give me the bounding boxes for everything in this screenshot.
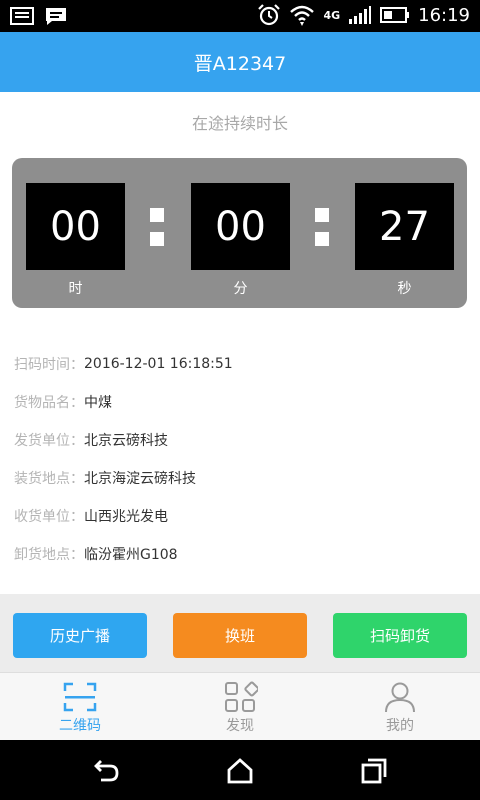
info-value: 北京海淀云磅科技 — [84, 471, 196, 487]
info-value: 中煤 — [84, 395, 112, 411]
discover-icon — [225, 681, 258, 712]
info-value: 临汾霍州G108 — [84, 547, 178, 563]
info-key: 收货单位： — [14, 509, 84, 525]
tab-profile[interactable]: 我的 — [340, 681, 460, 735]
duration-label: 在途持续时长 — [191, 114, 288, 133]
scan-unload-button[interactable]: 扫码卸货 — [333, 613, 467, 658]
hours-box: 00 — [26, 183, 125, 270]
timer-colon — [315, 208, 329, 256]
shift-change-button[interactable]: 换班 — [173, 613, 307, 658]
tab-qr-code[interactable]: 二维码 — [20, 681, 140, 735]
status-time: 16:19 — [418, 4, 470, 26]
tab-label: 发现 — [226, 718, 254, 734]
info-row-cargo: 货物品名： 中煤 — [14, 383, 233, 421]
signal-icon — [349, 6, 372, 24]
qr-scan-icon — [63, 682, 97, 712]
info-row-unloading-place: 卸货地点： 临汾霍州G108 — [14, 535, 233, 573]
info-row-loading-place: 装货地点： 北京海淀云磅科技 — [14, 459, 233, 497]
message-notification-icon — [46, 8, 66, 25]
info-value: 山西兆光发电 — [84, 509, 168, 525]
back-icon[interactable] — [92, 757, 120, 785]
alarm-icon — [258, 4, 281, 26]
info-value: 北京云磅科技 — [84, 433, 168, 449]
minutes-box: 00 — [191, 183, 290, 270]
shipment-info: 扫码时间： 2016-12-01 16:18:51 货物品名： 中煤 发货单位：… — [14, 345, 233, 573]
info-row-receiver: 收货单位： 山西兆光发电 — [14, 497, 233, 535]
seconds-label: 秒 — [397, 281, 412, 297]
tab-label: 我的 — [386, 718, 414, 734]
page-title: 晋A12347 — [193, 52, 287, 75]
image-notification-icon — [10, 7, 34, 25]
status-bar: 4G 16:19 — [0, 0, 480, 32]
history-broadcast-button[interactable]: 历史广播 — [13, 613, 147, 658]
hours-label: 时 — [68, 281, 83, 297]
title-bar: 晋A12347 — [0, 32, 480, 92]
bottom-tab-bar: 二维码 发现 我的 — [0, 672, 480, 740]
home-icon[interactable] — [226, 757, 254, 785]
wifi-icon — [290, 5, 315, 26]
info-row-scan-time: 扫码时间： 2016-12-01 16:18:51 — [14, 345, 233, 383]
info-key: 装货地点： — [14, 471, 84, 487]
recent-apps-icon[interactable] — [360, 757, 388, 785]
info-key: 扫码时间： — [14, 357, 84, 373]
info-row-sender: 发货单位： 北京云磅科技 — [14, 421, 233, 459]
minutes-label: 分 — [233, 281, 248, 297]
action-bar: 历史广播 换班 扫码卸货 — [0, 594, 480, 672]
tab-discover[interactable]: 发现 — [180, 681, 300, 735]
info-key: 货物品名： — [14, 395, 84, 411]
battery-icon — [380, 7, 410, 23]
info-value: 2016-12-01 16:18:51 — [84, 356, 233, 372]
info-key: 发货单位： — [14, 433, 84, 449]
network-type: 4G — [323, 8, 341, 22]
system-nav-bar — [0, 740, 480, 800]
duration-timer: 00 00 27 时 分 秒 — [12, 158, 467, 308]
profile-icon — [385, 682, 415, 713]
seconds-box: 27 — [355, 183, 454, 270]
tab-label: 二维码 — [59, 718, 101, 734]
info-key: 卸货地点： — [14, 547, 84, 563]
timer-colon — [150, 208, 164, 256]
